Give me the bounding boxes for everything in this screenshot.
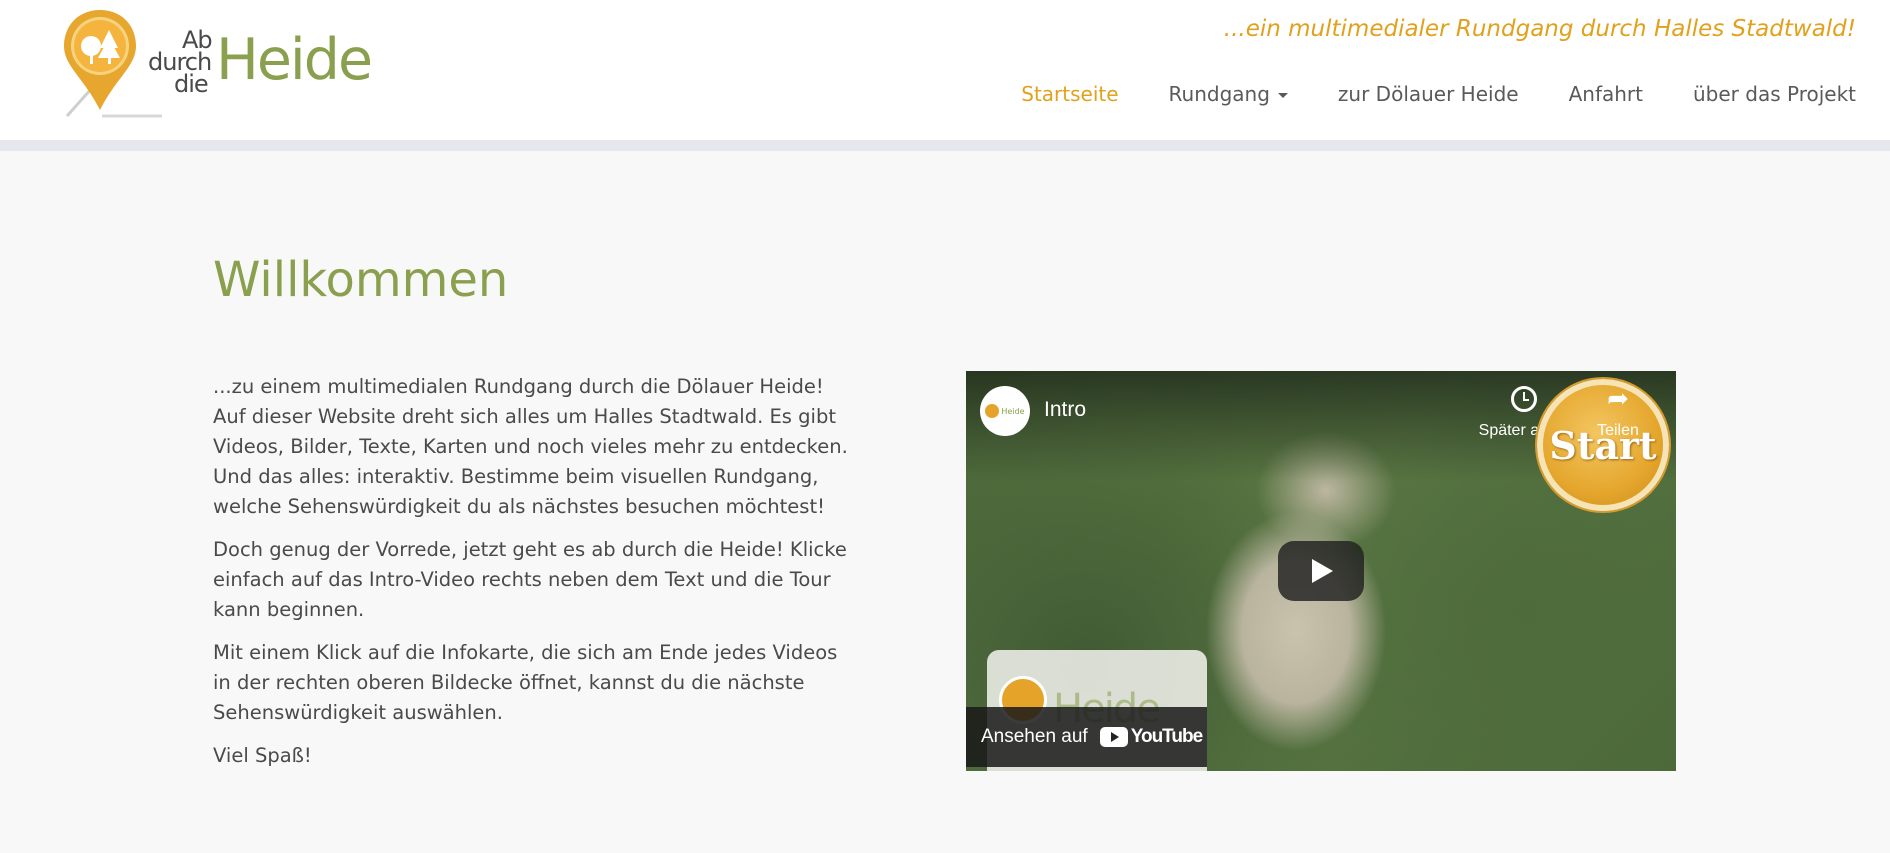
- youtube-wordmark: YouTube: [1130, 726, 1203, 747]
- video-title[interactable]: Intro: [1044, 398, 1086, 422]
- nav-item-rundgang[interactable]: Rundgang: [1169, 82, 1288, 106]
- share-label: Teilen: [1597, 422, 1639, 439]
- map-pin-tree-icon: [64, 10, 162, 118]
- header-divider: [0, 140, 1890, 151]
- site-logo[interactable]: Ab durch die Heide: [62, 6, 373, 126]
- nav-item-rundgang-label: Rundgang: [1168, 82, 1270, 106]
- caret-down-icon: [1277, 93, 1288, 98]
- logo-word-die: die: [174, 70, 209, 98]
- play-button[interactable]: [1278, 541, 1364, 601]
- youtube-logo: YouTube: [1099, 726, 1203, 748]
- share-arrow-icon: ➦: [1607, 384, 1629, 414]
- watch-on-label: Ansehen auf: [981, 726, 1088, 747]
- intro-paragraph: ...zu einem multimedialen Rundgang durch…: [213, 375, 848, 518]
- main-nav: Startseite Rundgang zur Dölauer Heide An…: [971, 82, 1856, 106]
- channel-avatar[interactable]: Heide: [980, 386, 1030, 436]
- logo-word-heide: Heide: [216, 27, 373, 93]
- intro-paragraph: Viel Spaß!: [213, 744, 312, 767]
- intro-video-player[interactable]: Heide Intro Später ans... Start ➦ Teilen…: [966, 371, 1676, 771]
- nav-item-projekt[interactable]: über das Projekt: [1693, 82, 1856, 106]
- intro-paragraph: Mit einem Klick auf die Infokarte, die s…: [213, 641, 838, 724]
- nav-item-startseite[interactable]: Startseite: [1021, 82, 1118, 106]
- clock-icon: [1511, 386, 1537, 412]
- intro-text: ...zu einem multimedialen Rundgang durch…: [213, 372, 858, 784]
- page-title: Willkommen: [213, 252, 509, 308]
- youtube-play-icon: [1099, 727, 1128, 747]
- avatar-logo-text: Heide: [1001, 406, 1025, 416]
- watch-on-youtube-button[interactable]: Ansehen auf YouTube: [966, 707, 1207, 767]
- nav-item-anfahrt[interactable]: Anfahrt: [1569, 82, 1643, 106]
- site-header: Ab durch die Heide ...ein multimedialer …: [0, 0, 1890, 140]
- site-tagline: ...ein multimedialer Rundgang durch Hall…: [1223, 16, 1856, 42]
- nav-item-doelauer-heide[interactable]: zur Dölauer Heide: [1338, 82, 1519, 106]
- pin-icon: [985, 404, 1000, 418]
- intro-paragraph: Doch genug der Vorrede, jetzt geht es ab…: [213, 538, 847, 621]
- share-button[interactable]: ➦ Teilen: [1578, 386, 1658, 440]
